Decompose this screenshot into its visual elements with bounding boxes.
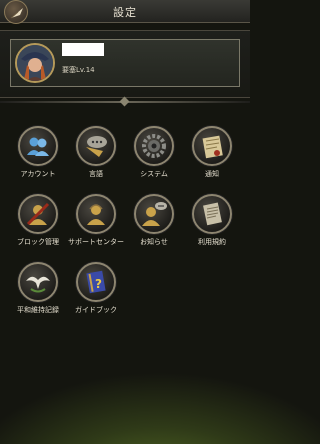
fortress-level: 要塞Lv.14 (62, 66, 95, 74)
avatar[interactable] (15, 43, 55, 83)
menu-terms-of-use[interactable]: 利用規約 (184, 194, 240, 254)
support-icon (76, 194, 116, 234)
menu-block-management[interactable]: ブロック管理 (10, 194, 66, 254)
account-people-icon (18, 126, 58, 166)
terms-scroll-icon (192, 194, 232, 234)
notification-letter-icon (192, 126, 232, 166)
menu-label: 利用規約 (198, 238, 226, 246)
menu-label: システム (140, 170, 168, 178)
menu-peacekeeping-record[interactable]: 平和維持記録 (10, 262, 66, 322)
menu-notifications[interactable]: 通知 (184, 126, 240, 186)
menu-label: 平和維持記録 (17, 306, 59, 314)
guidebook-icon: ? (76, 262, 116, 302)
player-name (62, 43, 104, 56)
menu-label: 言語 (89, 170, 103, 178)
announcement-icon (134, 194, 174, 234)
gear-icon (134, 126, 174, 166)
menu-label: ブロック管理 (17, 238, 59, 246)
menu-label: ガイドブック (75, 306, 117, 314)
back-button[interactable] (4, 0, 28, 24)
menu-language[interactable]: 言語 (68, 126, 124, 186)
header-bar: 設定 (0, 0, 250, 23)
svg-text:?: ? (95, 277, 102, 291)
menu-label: 通知 (205, 170, 219, 178)
menu-label: お知らせ (140, 238, 168, 246)
feather-scroll-icon (10, 8, 23, 19)
menu-label: サポートセンター (68, 238, 124, 246)
page-title: 設定 (113, 6, 137, 19)
menu-guidebook[interactable]: ? ガイドブック (68, 262, 124, 322)
menu-label: アカウント (20, 170, 56, 178)
peace-dove-icon (18, 262, 58, 302)
menu-account[interactable]: アカウント (10, 126, 66, 186)
menu-support-center[interactable]: サポートセンター (68, 194, 124, 254)
menu-announcements[interactable]: お知らせ (126, 194, 182, 254)
menu-system[interactable]: システム (126, 126, 182, 186)
language-speech-icon (76, 126, 116, 166)
divider-ornament (119, 96, 130, 107)
block-icon (18, 194, 58, 234)
